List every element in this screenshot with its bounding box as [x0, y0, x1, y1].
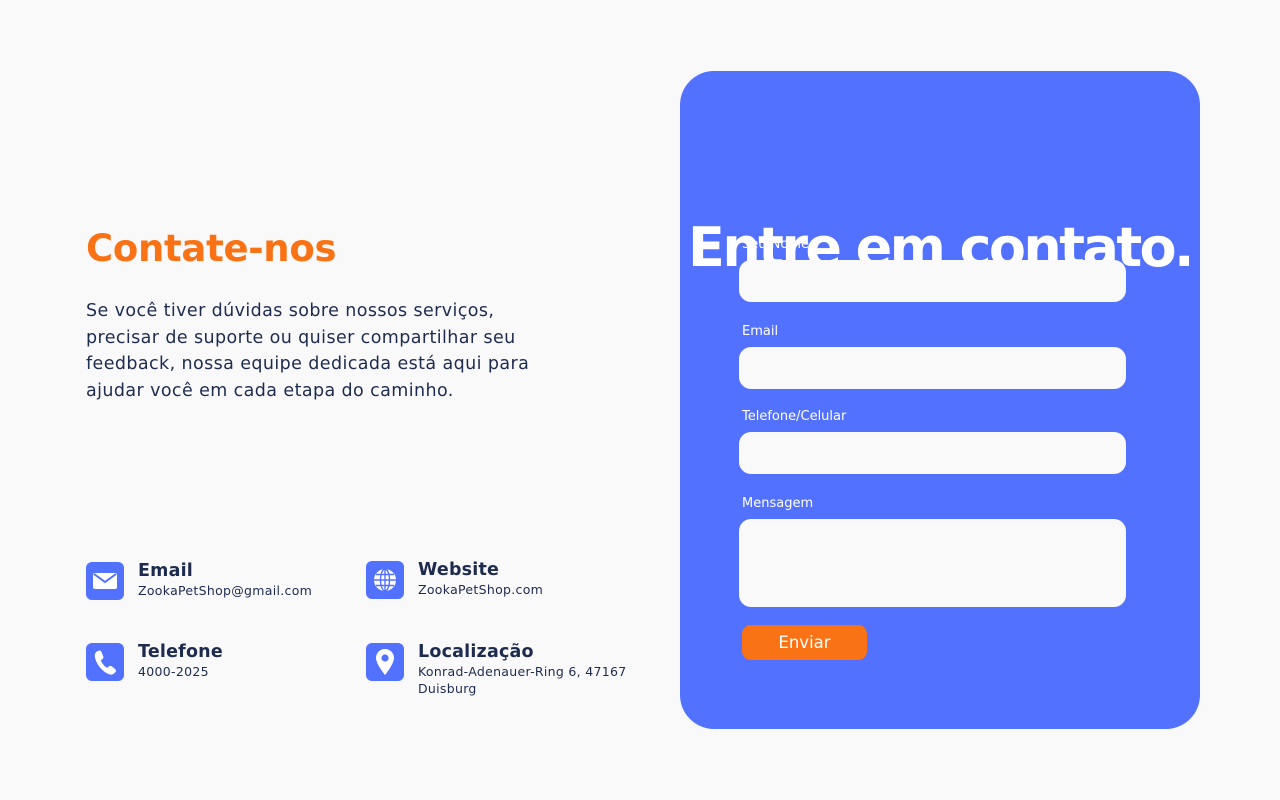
- info-phone-text: Telefone 4000-2025: [138, 641, 223, 680]
- info-location-text: Localização Konrad-Adenauer-Ring 6, 4716…: [418, 641, 626, 697]
- phone-icon: [86, 643, 124, 681]
- page-title: Contate-nos: [86, 227, 337, 270]
- info-phone-title: Telefone: [138, 642, 223, 662]
- info-website-title: Website: [418, 560, 500, 580]
- info-email-text: Email ZookaPetShop@gmail.com: [138, 560, 312, 599]
- phone-input[interactable]: [739, 432, 1126, 474]
- name-input[interactable]: [739, 260, 1126, 302]
- info-location: Localização Konrad-Adenauer-Ring 6, 4716…: [366, 641, 626, 697]
- contact-description: Se você tiver dúvidas sobre nossos servi…: [86, 301, 530, 401]
- globe-icon: [366, 561, 404, 599]
- email-input[interactable]: [739, 347, 1126, 389]
- message-textarea[interactable]: [739, 519, 1126, 607]
- info-phone: Telefone 4000-2025: [86, 641, 223, 681]
- contact-form-card: Entre em contato. Seu Nome Email Telefon…: [680, 71, 1200, 729]
- info-email-value: ZookaPetShop@gmail.com: [138, 583, 313, 598]
- info-location-value-line2: Duisburg: [418, 681, 477, 696]
- envelope-icon: [86, 562, 124, 600]
- email-label: Email: [742, 324, 779, 339]
- send-button[interactable]: Enviar: [742, 625, 867, 660]
- info-website-value: ZookaPetShop.com: [418, 582, 544, 597]
- message-label: Mensagem: [742, 496, 814, 511]
- info-email: Email ZookaPetShop@gmail.com: [86, 560, 312, 600]
- info-phone-value: 4000-2025: [138, 664, 209, 679]
- contact-intro: Contate-nos Se você tiver dúvidas sobre …: [86, 226, 606, 422]
- info-email-title: Email: [138, 561, 193, 581]
- phone-label: Telefone/Celular: [742, 409, 847, 424]
- info-location-value-line1: Konrad-Adenauer-Ring 6, 47167: [418, 664, 627, 679]
- info-website: Website ZookaPetShop.com: [366, 559, 543, 599]
- info-website-text: Website ZookaPetShop.com: [418, 559, 543, 598]
- map-pin-icon: [366, 643, 404, 681]
- info-location-title: Localização: [418, 642, 534, 662]
- name-label: Seu Nome: [742, 237, 809, 252]
